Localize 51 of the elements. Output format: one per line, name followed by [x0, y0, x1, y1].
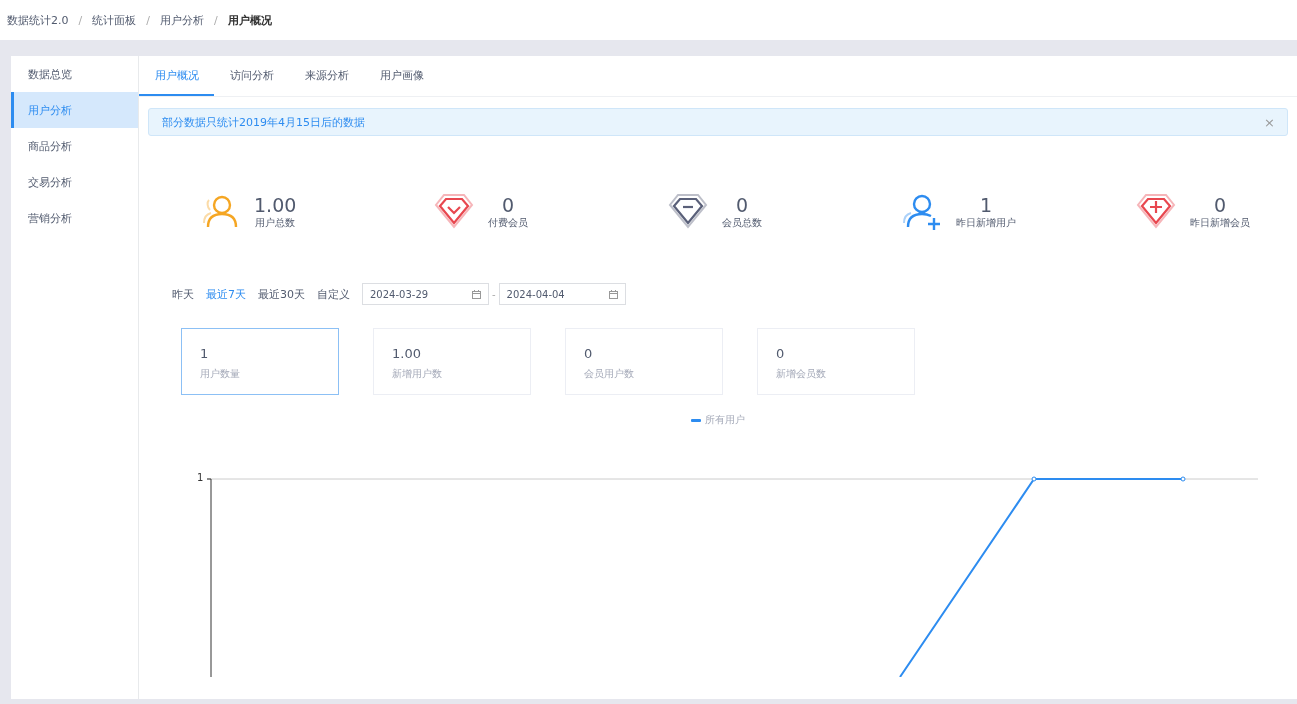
stat-label: 昨日新增会员	[1190, 216, 1250, 230]
range-option[interactable]: 昨天	[172, 286, 194, 302]
range-option[interactable]: 最近7天	[206, 286, 246, 302]
tab[interactable]: 访问分析	[214, 56, 289, 96]
stat-value: 0	[1213, 194, 1227, 216]
stat-value: 1.00	[254, 194, 297, 216]
breadcrumb-link[interactable]: 数据统计2.0	[7, 12, 69, 28]
stat-value: 0	[735, 194, 749, 216]
breadcrumb-separator: /	[78, 13, 83, 27]
metric-value: 0	[584, 346, 594, 361]
metric-label: 新增用户数	[392, 367, 443, 381]
stat-label: 会员总数	[722, 216, 762, 230]
metric-card[interactable]: 0 新增会员数	[757, 328, 915, 395]
metric-card[interactable]: 0 会员用户数	[565, 328, 723, 395]
tab[interactable]: 用户概况	[139, 56, 214, 96]
legend-label: 所有用户	[705, 413, 745, 427]
metric-card[interactable]: 1.00 新增用户数	[373, 328, 531, 395]
range-option[interactable]: 自定义	[317, 286, 350, 302]
diamond-plus-icon	[1136, 193, 1176, 231]
stat-label: 用户总数	[255, 216, 296, 230]
add-user-icon	[902, 193, 942, 231]
stat-value: 0	[501, 194, 515, 216]
range-option[interactable]: 最近30天	[258, 286, 305, 302]
stat-label: 付费会员	[488, 216, 528, 230]
breadcrumb-separator: /	[146, 13, 150, 27]
tab[interactable]: 来源分析	[289, 56, 364, 96]
metric-value: 1	[200, 346, 210, 361]
metric-value: 0	[776, 346, 786, 361]
date-separator: -	[492, 288, 496, 300]
axis-tick-label: 1	[197, 472, 204, 483]
start-date-field[interactable]: 2024-03-29	[362, 283, 489, 305]
end-date-field[interactable]: 2024-04-04	[498, 283, 626, 305]
legend-marker	[691, 418, 701, 422]
diamond-check-icon	[434, 193, 474, 231]
alert-text: 部分数据只统计2019年4月15日后的数据	[162, 114, 365, 130]
calendar-icon	[608, 289, 618, 299]
metric-label: 新增会员数	[776, 367, 827, 381]
metric-label: 用户数量	[200, 367, 241, 381]
breadcrumb-link[interactable]: 用户分析	[159, 12, 204, 28]
breadcrumb-link[interactable]: 统计面板	[92, 12, 137, 28]
date-value: 2024-03-29	[370, 288, 429, 300]
diamond-minus-icon	[668, 193, 708, 231]
date-value: 2024-04-04	[506, 288, 565, 300]
stat-label: 昨日新增用户	[956, 216, 1016, 230]
metric-label: 会员用户数	[584, 367, 635, 381]
metric-card[interactable]: 1 用户数量	[181, 328, 339, 395]
calendar-icon	[472, 289, 481, 299]
metric-value: 1.00	[392, 346, 422, 361]
tab[interactable]: 用户画像	[364, 56, 439, 96]
stat-value: 1	[979, 194, 993, 216]
breadcrumb-separator: /	[213, 13, 218, 27]
